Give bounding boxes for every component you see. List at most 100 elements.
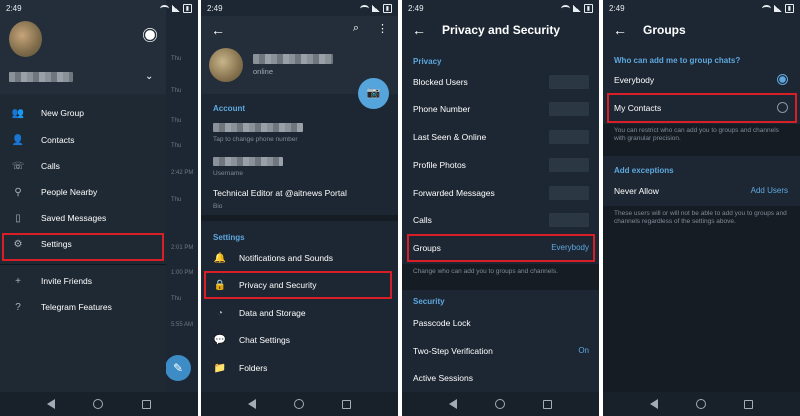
page-title: Groups — [643, 23, 686, 37]
nav-home-icon[interactable] — [294, 399, 304, 409]
row-never-allow[interactable]: Never Allow Add Users — [603, 177, 800, 204]
settings-folders[interactable]: 📁 Folders — [201, 354, 398, 382]
nav-back-icon[interactable] — [47, 399, 56, 409]
question-icon: ? — [15, 301, 21, 313]
chat-bubble-icon: 💬 — [213, 334, 227, 346]
row-active-sessions[interactable]: Active Sessions — [402, 364, 599, 391]
blurred-phone-number[interactable] — [213, 123, 303, 132]
avatar[interactable] — [9, 21, 42, 57]
settings-label: Notifications and Sounds — [239, 253, 334, 263]
nav-home-icon[interactable] — [93, 399, 104, 409]
row-two-step-verification[interactable]: Two-Step Verification On — [402, 337, 599, 364]
status-bar: 2:49 ▮ — [201, 0, 398, 16]
question-header: Who can add me to group chats? — [614, 56, 741, 65]
chat-time: 1:00 PM — [171, 270, 194, 276]
nav-back-icon[interactable] — [449, 399, 457, 409]
nav-recents-icon[interactable] — [342, 399, 351, 409]
theme-toggle-sun-icon[interactable] — [145, 30, 155, 40]
status-bar: 2:49 ▮ — [402, 0, 599, 16]
signal-icon — [773, 4, 782, 12]
row-label: Two-Step Verification — [413, 345, 493, 356]
nav-home-icon[interactable] — [696, 399, 706, 409]
back-arrow-icon[interactable]: ← — [613, 22, 631, 38]
menu-new-group[interactable]: 👥 New Group — [0, 100, 166, 126]
back-arrow-icon[interactable]: ← — [412, 22, 430, 38]
row-phone-number[interactable]: Phone Number — [402, 95, 599, 122]
avatar[interactable] — [209, 48, 243, 82]
row-value: On — [578, 346, 589, 355]
system-nav-bar — [402, 392, 599, 416]
system-nav-bar — [603, 392, 800, 416]
bookmark-icon: ▯ — [15, 212, 21, 224]
set-photo-button[interactable]: 📷 — [358, 78, 389, 109]
option-label: Everybody — [614, 74, 655, 85]
status-time: 2:49 — [609, 3, 625, 13]
chat-time: Thu — [171, 56, 182, 62]
wifi-icon — [359, 4, 369, 12]
menu-telegram-features[interactable]: ? Telegram Features — [0, 294, 166, 320]
nav-home-icon[interactable] — [495, 399, 505, 409]
settings-data-storage[interactable]: ◔ Data and Storage — [201, 299, 398, 327]
menu-label: People Nearby — [41, 187, 98, 197]
chat-time: 2:01 PM — [171, 245, 194, 251]
chat-time: Thu — [171, 143, 182, 149]
menu-invite-friends[interactable]: + Invite Friends — [0, 268, 166, 294]
back-arrow-icon[interactable]: ← — [211, 22, 229, 38]
status-time: 2:49 — [408, 3, 424, 13]
row-passcode-lock[interactable]: Passcode Lock — [402, 309, 599, 336]
username-label: Username — [213, 170, 243, 177]
chat-time: Thu — [171, 197, 182, 203]
top-bar: ← Privacy and Security — [402, 16, 599, 44]
radio-selected[interactable] — [777, 74, 788, 85]
account-header: Account — [213, 104, 245, 113]
chevron-down-icon[interactable]: ⌄ — [145, 71, 153, 82]
add-users-link[interactable]: Add Users — [751, 186, 788, 195]
toolbar-icons: ⌕ ⋮ — [353, 22, 388, 35]
compose-button[interactable]: ✎ — [165, 355, 191, 381]
row-last-seen[interactable]: Last Seen & Online — [402, 123, 599, 150]
chat-time: Thu — [171, 88, 182, 94]
screen-settings: ← ⌕ ⋮ online 📷 Account Tap to change pho… — [201, 0, 398, 416]
menu-people-nearby[interactable]: ⚲ People Nearby — [0, 179, 166, 205]
search-icon[interactable]: ⌕ — [353, 22, 359, 35]
top-bar: ← Groups — [603, 16, 800, 44]
blurred-username[interactable] — [213, 157, 283, 166]
navigation-drawer: ⌄ 👥 New Group 👤 Contacts ☏ Calls ⚲ People Ne… — [0, 0, 166, 392]
row-forwarded-messages[interactable]: Forwarded Messages — [402, 179, 599, 206]
row-label: Phone Number — [413, 103, 471, 114]
row-calls[interactable]: Calls — [402, 206, 599, 233]
nav-recents-icon[interactable] — [744, 399, 753, 409]
menu-saved-messages[interactable]: ▯ Saved Messages — [0, 205, 166, 231]
settings-notifications[interactable]: 🔔 Notifications and Sounds — [201, 244, 398, 272]
settings-chat[interactable]: 💬 Chat Settings — [201, 326, 398, 354]
nav-back-icon[interactable] — [248, 399, 256, 409]
status-time: 2:49 — [207, 3, 223, 13]
hint-background — [603, 206, 800, 392]
option-everybody[interactable]: Everybody — [603, 66, 800, 93]
battery-icon: ▮ — [382, 3, 392, 13]
nav-recents-icon[interactable] — [543, 399, 552, 409]
row-blocked-users[interactable]: Blocked Users — [402, 68, 599, 95]
highlight-box — [607, 93, 797, 123]
highlight-box — [2, 233, 164, 261]
nav-recents-icon[interactable] — [141, 399, 151, 409]
wifi-icon — [560, 4, 570, 12]
status-bar: 2:49 ▮ — [0, 0, 198, 16]
battery-icon: ▮ — [182, 3, 192, 13]
settings-label: Chat Settings — [239, 335, 291, 345]
battery-icon: ▮ — [583, 3, 593, 13]
row-label: Last Seen & Online — [413, 131, 487, 142]
menu-calls[interactable]: ☏ Calls — [0, 153, 166, 179]
restrict-hint: You can restrict who can add you to grou… — [614, 127, 779, 143]
nav-back-icon[interactable] — [650, 399, 658, 409]
row-profile-photos[interactable]: Profile Photos — [402, 151, 599, 178]
system-nav-bar — [201, 392, 398, 416]
more-vertical-icon[interactable]: ⋮ — [377, 22, 388, 35]
menu-contacts[interactable]: 👤 Contacts — [0, 127, 166, 153]
exceptions-header: Add exceptions — [614, 166, 674, 175]
signal-icon — [371, 4, 380, 12]
blurred-profile-name — [253, 54, 333, 64]
person-icon: 👤 — [11, 134, 25, 146]
row-label: Passcode Lock — [413, 317, 471, 328]
bio-text[interactable]: Technical Editor at @aitnews Portal — [213, 188, 347, 198]
